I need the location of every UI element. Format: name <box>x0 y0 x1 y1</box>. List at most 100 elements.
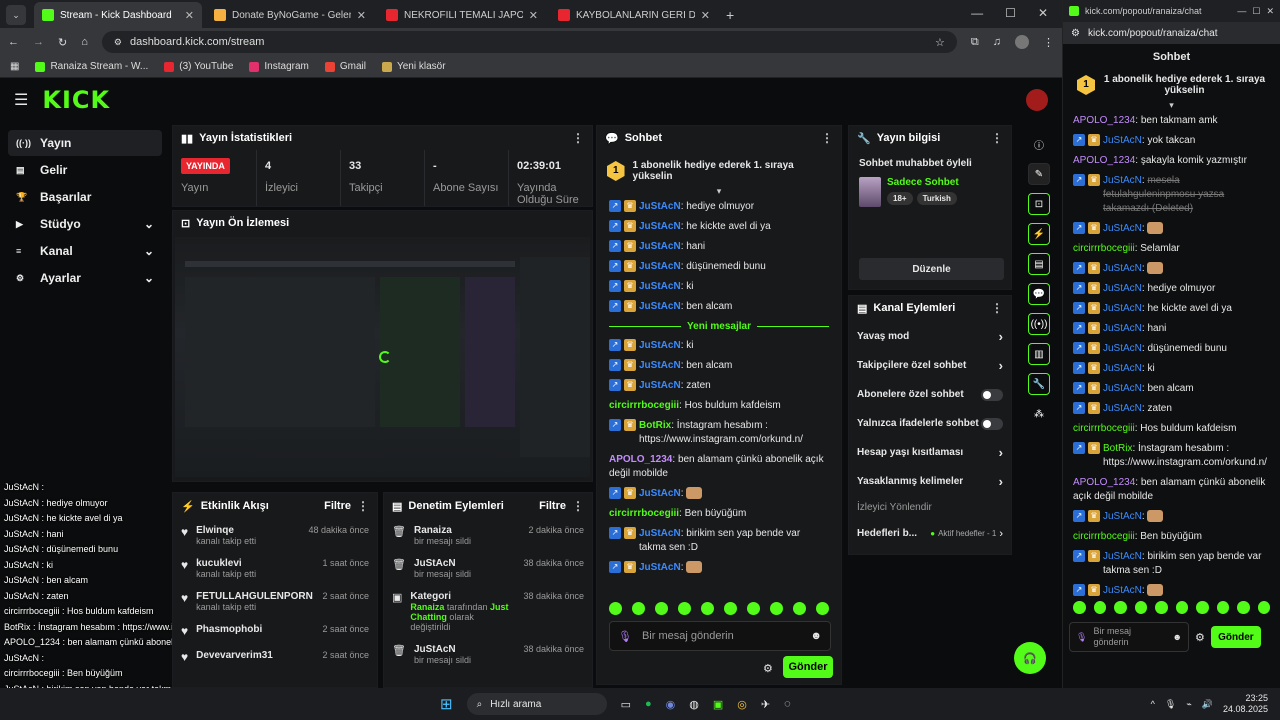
popout-chat-input[interactable]: 🎙 Bir mesaj gönderin ☻ <box>1069 622 1189 652</box>
emote-icon[interactable] <box>793 602 806 615</box>
activity-item[interactable]: ♥ Phasmophobi 2 saat önce <box>173 618 377 644</box>
browser-tab[interactable]: Stream - Kick Dashboard ✕ <box>34 2 202 28</box>
apps-grid-icon[interactable]: ▦ <box>10 61 19 72</box>
chat-username[interactable]: APOLO_1234 <box>609 454 672 465</box>
chat-username[interactable]: JuStAcN <box>639 562 681 573</box>
mod-filter-button[interactable]: Filtre <box>539 500 566 512</box>
chat-input[interactable]: 🎙 Bir mesaj gönderin ☻ <box>609 621 831 651</box>
chat-message[interactable]: ↗ ♛ JuStAcN: zaten <box>609 376 829 396</box>
chat-message[interactable]: ↗ ♛ JuStAcN: hani <box>1063 319 1280 339</box>
pencil-icon[interactable]: ✎ <box>1028 163 1050 185</box>
chat-message[interactable]: ↗ ♛ JuStAcN: birikim sen yap bende var tak… <box>609 524 829 558</box>
chat-message[interactable]: circirrrbocegiii: Hos buldum kafdeism <box>1063 419 1280 439</box>
site-info-icon[interactable]: ⚙ <box>114 37 122 48</box>
chat-username[interactable]: JuStAcN <box>1103 223 1142 234</box>
channel-action-row[interactable]: Yalnızca ifadelerle sohbet <box>849 409 1011 438</box>
obs-icon[interactable]: ◌ <box>784 698 791 710</box>
chat-message[interactable]: ↗ ♛ JuStAcN: <box>1063 507 1280 527</box>
channel-action-row[interactable]: Hesap yaşı kısıtlaması › <box>849 438 1011 467</box>
chat-username[interactable]: JuStAcN <box>639 488 681 499</box>
chat-username[interactable]: circirrrbocegiii <box>1073 243 1135 254</box>
discord-icon[interactable]: ◉ <box>666 698 676 711</box>
mod-item[interactable]: 🗑 JuStAcN bir mesajı sildi 38 dakika önce <box>384 552 592 585</box>
chat-username[interactable]: JuStAcN <box>1103 363 1142 374</box>
chat-username[interactable]: JuStAcN <box>639 241 681 252</box>
user-avatar[interactable] <box>1026 89 1048 111</box>
action-toggle[interactable] <box>981 417 1003 430</box>
chat-username[interactable]: JuStAcN <box>1103 403 1142 414</box>
chat-message[interactable]: ↗ ♛ JuStAcN: <box>1063 259 1280 279</box>
popout-send-button[interactable]: Gönder <box>1210 626 1261 648</box>
chat-message[interactable]: ↗ ♛ JuStAcN: <box>609 558 829 578</box>
chat-username[interactable]: JuStAcN <box>1103 283 1142 294</box>
url-field[interactable]: ⚙ dashboard.kick.com/stream ☆ <box>101 31 957 53</box>
chat-message[interactable]: ↗ ♛ JuStAcN: ki <box>609 336 829 356</box>
chat-username[interactable]: JuStAcN <box>1103 303 1142 314</box>
back-icon[interactable]: ← <box>8 36 19 48</box>
popout-mic-icon[interactable]: 🎙 <box>1076 632 1087 643</box>
emote-icon[interactable] <box>678 602 691 615</box>
emote-icon[interactable] <box>724 602 737 615</box>
emote-icon[interactable] <box>1175 601 1188 614</box>
support-headset-icon[interactable]: 🎧 <box>1014 642 1046 674</box>
chat-message[interactable]: ↗ ♛ JuStAcN: mesela fetulahguleninpmosu ya… <box>1063 171 1280 219</box>
popout-maximize-icon[interactable]: ☐ <box>1252 6 1260 17</box>
chat-message[interactable]: ↗ ♛ JuStAcN: düşünemedi bunu <box>1063 339 1280 359</box>
emoji-icon[interactable]: ☻ <box>810 630 822 642</box>
popout-settings-icon[interactable]: ⚙ <box>1195 631 1205 644</box>
emote-icon[interactable] <box>770 602 783 615</box>
stream-tag[interactable]: Turkish <box>916 192 957 205</box>
activity-filter-button[interactable]: Filtre <box>324 500 351 512</box>
chat-username[interactable]: APOLO_1234 <box>1073 155 1135 166</box>
mic-tray-icon[interactable]: 🎙 <box>1165 699 1176 710</box>
chat-message[interactable]: ↗ ♛ JuStAcN: yok takcan <box>1063 131 1280 151</box>
chat-message[interactable]: ↗ ♛ JuStAcN: <box>609 484 829 504</box>
emote-icon[interactable] <box>1073 601 1086 614</box>
chat-username[interactable]: BotRix <box>1103 443 1132 454</box>
tab-search-icon[interactable]: ⌄ <box>6 5 26 25</box>
channel-action-row[interactable]: Yavaş mod › <box>849 322 1011 351</box>
chat-message[interactable]: ↗ ♛ BotRix: İnstagram hesabım : https://ww… <box>1063 439 1280 473</box>
channel-action-row[interactable]: Abonelere özel sohbet <box>849 380 1011 409</box>
profile-avatar[interactable] <box>1015 35 1029 49</box>
chat-message[interactable]: ↗ ♛ JuStAcN: hediye olmuyor <box>609 197 829 217</box>
taskbar-search[interactable]: ⌕ Hızlı arama <box>466 693 607 715</box>
chat-username[interactable]: JuStAcN <box>1103 175 1142 186</box>
chat-username[interactable]: JuStAcN <box>639 281 681 292</box>
popout-emoji-icon[interactable]: ☻ <box>1173 632 1182 642</box>
chat-username[interactable]: JuStAcN <box>1103 263 1142 274</box>
chat-username[interactable]: JuStAcN <box>639 380 681 391</box>
stack-icon[interactable]: ▥ <box>1028 343 1050 365</box>
chat-username[interactable]: circirrrbocegiii <box>609 400 679 411</box>
sidebar-item-4[interactable]: ≡ Kanal ⌄ <box>8 238 162 264</box>
kick-app-icon[interactable]: ▣ <box>713 698 723 711</box>
expand-goal-icon[interactable]: ▾ <box>597 186 841 197</box>
chat-message[interactable]: ↗ ♛ JuStAcN: ben alcam <box>1063 379 1280 399</box>
tab-close-icon[interactable]: ✕ <box>357 9 366 22</box>
emote-icon[interactable] <box>609 602 622 615</box>
chat-message[interactable]: ↗ ♛ JuStAcN: ki <box>609 277 829 297</box>
file-explorer-icon[interactable]: ▭ <box>621 698 631 711</box>
chat-bubble-icon[interactable]: 💬 <box>1028 283 1050 305</box>
mod-item[interactable]: ▣ Kategori Ranaiza tarafından Just Chattin… <box>384 585 592 638</box>
bookmark-item[interactable]: Yeni klasör <box>381 61 446 72</box>
chat-message[interactable]: ↗ ♛ JuStAcN: ben alcam <box>609 356 829 376</box>
steam-icon[interactable]: ◍ <box>689 698 699 711</box>
emote-icon[interactable] <box>1257 601 1270 614</box>
mic-icon[interactable]: 🎙 <box>618 630 632 643</box>
popout-close-icon[interactable]: ✕ <box>1266 6 1274 17</box>
sidebar-item-3[interactable]: ▶ Stüdyo ⌄ <box>8 211 162 237</box>
tool-icon[interactable]: 🔧 <box>1028 373 1050 395</box>
chat-username[interactable]: JuStAcN <box>1103 383 1142 394</box>
chat-username[interactable]: JuStAcN <box>639 261 681 272</box>
chat-message[interactable]: APOLO_1234: ben takmam amk <box>1063 111 1280 131</box>
list-icon[interactable]: ▤ <box>1028 253 1050 275</box>
category-name[interactable]: Sadece Sohbet <box>887 177 959 188</box>
emote-icon[interactable] <box>1114 601 1127 614</box>
tab-close-icon[interactable]: ✕ <box>701 9 710 22</box>
chat-username[interactable]: JuStAcN <box>639 201 681 212</box>
emote-icon[interactable] <box>632 602 645 615</box>
screen-icon[interactable]: ⊡ <box>1028 193 1050 215</box>
spotify-icon[interactable]: ● <box>645 698 652 710</box>
volume-icon[interactable]: 🔊 <box>1202 699 1213 710</box>
